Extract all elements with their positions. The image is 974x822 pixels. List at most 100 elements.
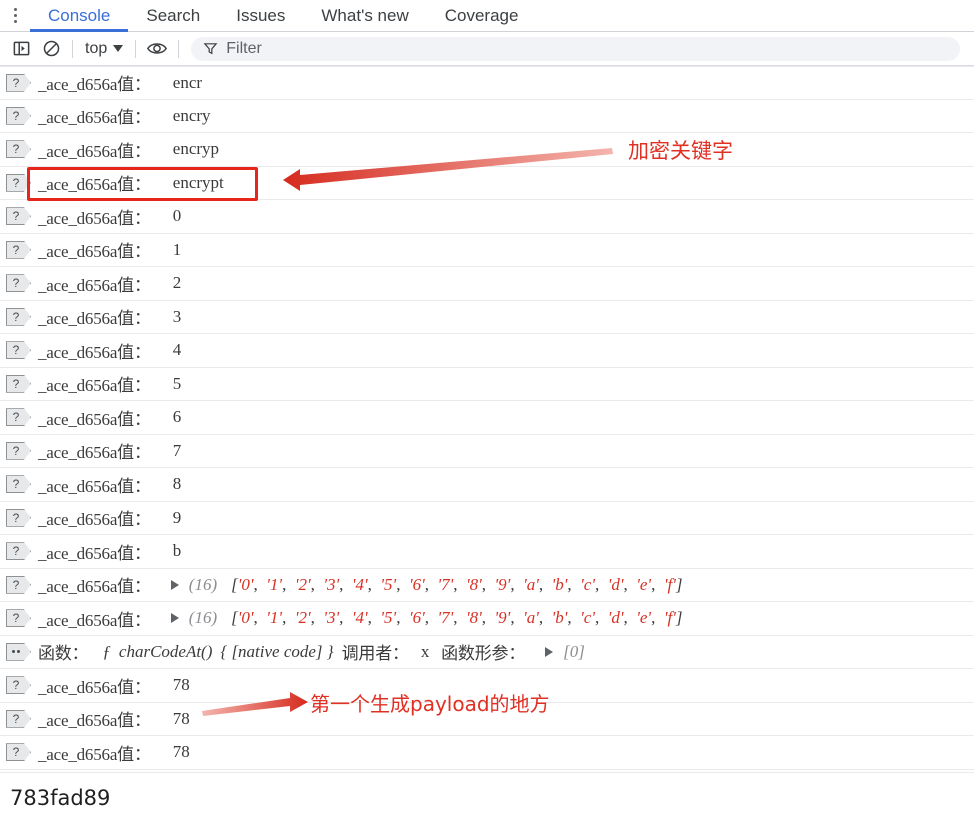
array-item: 6	[412, 574, 422, 594]
console-row[interactable]: ? _ace_d656a值： 7	[0, 435, 974, 468]
console-row[interactable]: ? _ace_d656a值： (16) ['0', '1', '2', '3', '4…	[0, 602, 974, 636]
array-item: a	[526, 574, 536, 594]
console-row-value: encr	[172, 72, 203, 92]
tab-whats-new-label: What's new	[321, 5, 409, 25]
array-item: 7	[441, 574, 450, 594]
console-row[interactable]: ? _ace_d656a值： encrypt	[0, 167, 974, 200]
function-row-label: 函数：	[38, 644, 89, 664]
question-badge-icon: ?	[6, 307, 31, 326]
console-row-value: 0	[172, 206, 182, 226]
array-item: 4	[355, 574, 365, 594]
question-badge-icon: ?	[6, 542, 31, 561]
toolbar-divider-2	[135, 39, 137, 58]
function-caller-value: x	[420, 641, 430, 661]
question-badge-icon: ?	[6, 709, 31, 728]
console-prompt[interactable]: 783fad89	[0, 772, 974, 822]
console-row[interactable]: ? _ace_d656a值： 0	[0, 200, 974, 234]
array-item: 0	[241, 574, 250, 594]
console-row-value: 1	[172, 239, 182, 259]
question-badge-icon: ?	[6, 743, 31, 762]
console-row-value: 78	[172, 675, 190, 695]
array-item: 7	[441, 608, 450, 628]
console-row-label: _ace_d656a值：	[38, 543, 151, 563]
console-row[interactable]: ? _ace_d656a值： encryp	[0, 133, 974, 167]
console-row-label: _ace_d656a值：	[38, 577, 151, 597]
console-row[interactable]: ? _ace_d656a值： 1	[0, 234, 974, 267]
console-log-area[interactable]: ? _ace_d656a值： encr? _ace_d656a值： encry? _ace…	[0, 66, 974, 772]
console-row[interactable]: ? _ace_d656a值： 3	[0, 301, 974, 334]
expand-triangle-icon[interactable]	[170, 613, 179, 624]
question-badge-icon: ?	[6, 408, 31, 427]
question-badge-icon: ?	[6, 441, 31, 460]
console-row-label: _ace_d656a值：	[38, 476, 151, 496]
array-item: 5	[384, 608, 393, 628]
question-badge-icon: ?	[6, 140, 31, 159]
console-row-value: 4	[172, 340, 182, 360]
console-row-label: _ace_d656a值：	[38, 108, 151, 128]
execution-context-selector[interactable]: top	[79, 40, 129, 58]
question-badge-icon: ?	[6, 207, 31, 226]
console-row[interactable]: ? _ace_d656a值： b	[0, 535, 974, 569]
question-badge-icon: ?	[6, 475, 31, 494]
console-row-label: _ace_d656a值：	[38, 510, 151, 530]
function-name: charCodeAt()	[118, 641, 213, 661]
console-row[interactable]: ? _ace_d656a值： 6	[0, 401, 974, 435]
function-native-code: { [native code] }	[220, 641, 334, 661]
console-row[interactable]: ? _ace_d656a值： encry	[0, 100, 974, 133]
question-badge-icon: ?	[6, 173, 31, 192]
array-item: 2	[298, 608, 307, 628]
question-badge-icon: ?	[6, 374, 31, 393]
function-caller-label: 调用者：	[341, 644, 409, 664]
console-prompt-value: 783fad89	[10, 785, 111, 810]
console-row-label: _ace_d656a值：	[38, 744, 151, 764]
tab-console[interactable]: Console	[30, 0, 129, 32]
console-row-label: _ace_d656a值：	[38, 275, 151, 295]
tab-issues-label: Issues	[236, 5, 286, 25]
toolbar-divider-1	[72, 39, 73, 58]
tab-issues[interactable]: Issues	[218, 0, 303, 31]
clear-console-icon[interactable]	[36, 36, 66, 62]
execution-context-label: top	[85, 39, 108, 57]
array-item: b	[555, 608, 564, 628]
expand-triangle-icon[interactable]	[545, 646, 554, 657]
console-row-label: _ace_d656a值：	[38, 610, 151, 630]
console-row[interactable]: ? _ace_d656a值： 2	[0, 267, 974, 301]
more-vertical-icon[interactable]	[0, 0, 30, 31]
console-row[interactable]: 函数： ƒ charCodeAt() { [native code] } 调用者： x 函数…	[0, 636, 974, 669]
tab-search[interactable]: Search	[128, 0, 218, 31]
console-row-value: b	[172, 541, 182, 561]
sidebar-toggle-icon[interactable]	[6, 36, 36, 62]
function-args-label: 函数形参：	[441, 644, 526, 664]
console-row[interactable]: ? _ace_d656a值： 5	[0, 368, 974, 401]
array-item: 9	[498, 574, 507, 594]
array-preview: ['0', '1', '2', '3', '4', '5', '6', '7',…	[231, 574, 683, 594]
eye-icon[interactable]	[142, 36, 172, 62]
console-row[interactable]: ? _ace_d656a值： (16) ['0', '1', '2', '3', '4…	[0, 569, 974, 602]
console-row[interactable]: ? _ace_d656a值： 78	[0, 736, 974, 770]
array-item: 9	[498, 608, 507, 628]
toolbar-divider-3	[178, 39, 180, 58]
array-length-badge: (16)	[188, 574, 218, 594]
console-row-label: _ace_d656a值：	[38, 443, 151, 463]
console-row[interactable]: ? _ace_d656a值： encr	[0, 66, 974, 100]
filter-input[interactable]: Filter	[191, 36, 960, 61]
question-badge-icon: ?	[6, 73, 31, 92]
console-row[interactable]: ? _ace_d656a值： 8	[0, 468, 974, 502]
array-item: 8	[469, 574, 479, 594]
console-row[interactable]: ? _ace_d656a值： 4	[0, 334, 974, 368]
console-row-value: 5	[172, 373, 182, 393]
array-item: 2	[298, 574, 307, 594]
tab-whats-new[interactable]: What's new	[303, 0, 426, 31]
console-row-value: encrypt	[172, 172, 224, 192]
console-row-value: 78	[172, 708, 190, 728]
console-row[interactable]: ? _ace_d656a值： 9	[0, 502, 974, 535]
question-badge-icon: ?	[6, 106, 31, 125]
console-row[interactable]: ? _ace_d656a值： 78	[0, 703, 974, 736]
console-toolbar: top Filter	[0, 32, 974, 66]
expand-triangle-icon[interactable]	[170, 579, 179, 590]
question-badge-icon: ?	[6, 240, 31, 259]
tab-coverage[interactable]: Coverage	[427, 0, 537, 31]
console-row[interactable]: ? _ace_d656a值： 78	[0, 669, 974, 703]
question-badge-icon: ?	[6, 575, 31, 594]
console-row-value: 7	[172, 440, 182, 460]
